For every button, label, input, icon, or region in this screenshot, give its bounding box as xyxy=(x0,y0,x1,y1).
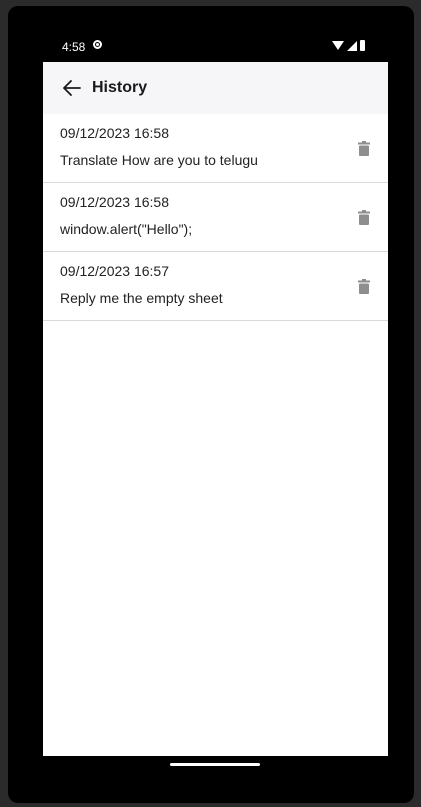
history-item-text: Translate How are you to telugu xyxy=(60,152,258,168)
trash-icon xyxy=(358,209,370,225)
trash-icon xyxy=(358,278,370,294)
wifi-icon xyxy=(332,41,344,50)
history-item-date: 09/12/2023 16:57 xyxy=(60,263,169,279)
history-item[interactable]: 09/12/2023 16:58 window.alert("Hello"); xyxy=(43,183,388,252)
history-screen: History 09/12/2023 16:58 Translate How a… xyxy=(43,62,388,756)
delete-button[interactable] xyxy=(352,136,376,160)
delete-button[interactable] xyxy=(352,205,376,229)
home-indicator[interactable] xyxy=(170,763,260,766)
history-item-text: Reply me the empty sheet xyxy=(60,290,223,306)
page-title: History xyxy=(92,79,148,96)
status-time: 4:58 xyxy=(62,40,86,54)
notification-icon xyxy=(93,40,102,49)
history-list: 09/12/2023 16:58 Translate How are you t… xyxy=(43,114,388,321)
phone-frame: 4:58 History 09/12/2023 16:58 Translate … xyxy=(8,6,414,803)
history-item-date: 09/12/2023 16:58 xyxy=(60,194,169,210)
history-item[interactable]: 09/12/2023 16:58 Translate How are you t… xyxy=(43,114,388,183)
arrow-left-icon xyxy=(63,80,81,96)
history-item-date: 09/12/2023 16:58 xyxy=(60,125,169,141)
delete-button[interactable] xyxy=(352,274,376,298)
back-button[interactable] xyxy=(60,76,84,100)
status-bar: 4:58 xyxy=(8,6,414,64)
history-item-text: window.alert("Hello"); xyxy=(60,221,193,237)
status-indicators xyxy=(332,40,365,51)
history-item[interactable]: 09/12/2023 16:57 Reply me the empty shee… xyxy=(43,252,388,321)
trash-icon xyxy=(358,140,370,156)
signal-icon xyxy=(347,40,357,51)
app-bar: History xyxy=(43,62,388,114)
battery-icon xyxy=(360,40,365,51)
